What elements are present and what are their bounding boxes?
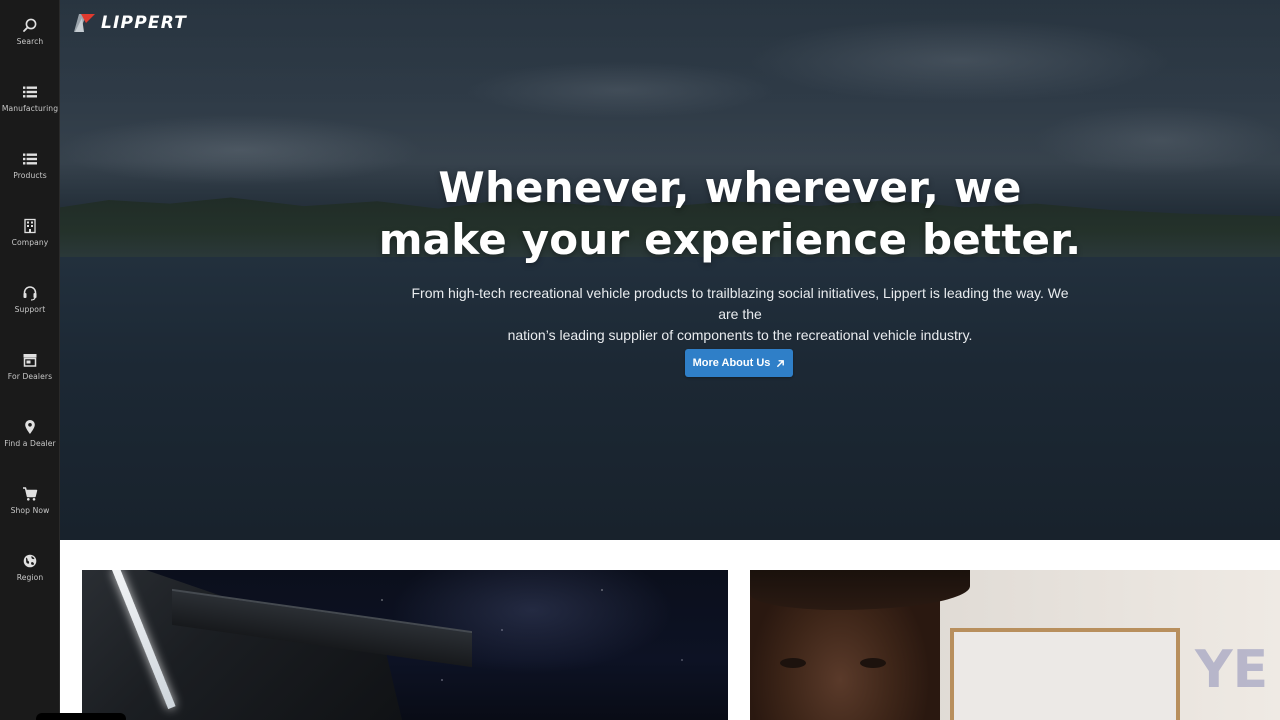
lippert-logo[interactable]: LIPPERT: [73, 12, 187, 34]
hero-subtitle-line-2: nation’s leading supplier of components …: [507, 327, 973, 343]
hero-subtitle-line-1: From high-tech recreational vehicle prod…: [411, 285, 1069, 322]
person-eye-right: [860, 658, 886, 668]
sidebar-item-label: For Dealers: [7, 372, 53, 381]
sidebar-item-search[interactable]: Search: [0, 0, 60, 60]
sidebar-item-label: Support: [14, 305, 46, 314]
building-icon: [21, 217, 39, 235]
hero-section: [60, 0, 1280, 540]
person-eye-left: [780, 658, 806, 668]
sidebar-item-label: Company: [11, 238, 49, 247]
sidebar-item-shop-now[interactable]: Shop Now: [0, 469, 60, 529]
sidebar-nav: Search Manufacturing Products Company Su…: [0, 0, 60, 720]
wall-frame-image: [950, 628, 1180, 720]
hero-title: Whenever, wherever, we make your experie…: [360, 162, 1100, 266]
sidebar-item-label: Search: [16, 37, 44, 46]
list-icon: [21, 83, 39, 101]
arrow-up-right-icon: [777, 359, 785, 367]
sidebar-item-label: Manufacturing: [1, 104, 59, 113]
rv-night-card[interactable]: [82, 570, 728, 720]
sidebar-item-company[interactable]: Company: [0, 201, 60, 261]
list-icon: [21, 150, 39, 168]
map-pin-icon: [21, 418, 39, 436]
sidebar-item-products[interactable]: Products: [0, 134, 60, 194]
cart-icon: [21, 485, 39, 503]
sidebar-item-support[interactable]: Support: [0, 268, 60, 328]
sidebar-item-label: Products: [13, 171, 47, 180]
sidebar-item-label: Find a Dealer: [4, 439, 56, 448]
cookie-tab[interactable]: [36, 713, 126, 720]
more-about-us-label: More About Us: [692, 357, 771, 369]
sidebar-item-find-a-dealer[interactable]: Find a Dealer: [0, 402, 60, 462]
hero-title-line-1: Whenever, wherever, we: [438, 163, 1022, 212]
headset-icon: [21, 284, 39, 302]
search-icon: [21, 16, 39, 34]
more-about-us-button[interactable]: More About Us: [685, 349, 793, 377]
hero-title-line-2: make your experience better.: [378, 215, 1082, 264]
portrait-card[interactable]: YE: [750, 570, 1280, 720]
store-icon: [21, 351, 39, 369]
sidebar-item-manufacturing[interactable]: Manufacturing: [0, 67, 60, 127]
sidebar-item-label: Shop Now: [10, 506, 50, 515]
sidebar-item-region[interactable]: Region: [0, 536, 60, 596]
sidebar-item-for-dealers[interactable]: For Dealers: [0, 335, 60, 395]
globe-icon: [21, 552, 39, 570]
lippert-logo-mark-icon: [74, 14, 95, 32]
wall-text: YE: [1195, 640, 1269, 700]
hero-subtitle: From high-tech recreational vehicle prod…: [400, 283, 1080, 346]
sidebar-item-label: Region: [16, 573, 44, 582]
lippert-logo-text: LIPPERT: [101, 13, 188, 33]
